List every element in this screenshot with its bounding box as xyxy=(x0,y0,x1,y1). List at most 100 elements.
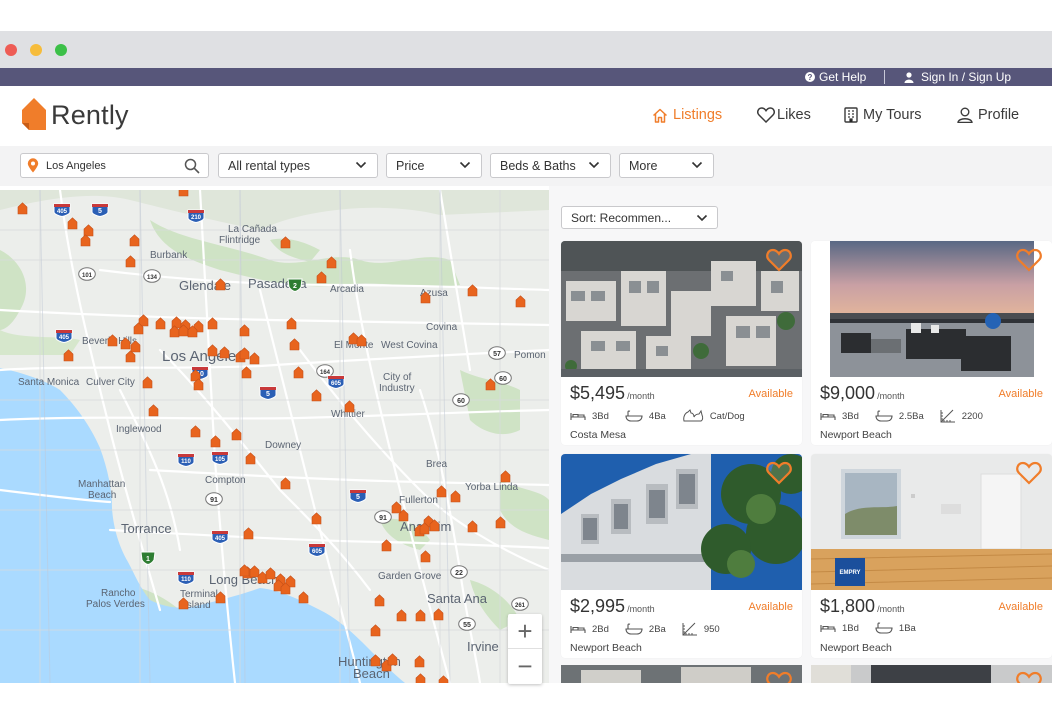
property-marker[interactable] xyxy=(207,344,218,357)
favorite-heart-icon[interactable] xyxy=(766,461,792,485)
property-marker[interactable] xyxy=(381,539,392,552)
property-marker[interactable] xyxy=(125,350,136,363)
property-marker[interactable] xyxy=(298,591,309,604)
favorite-heart-icon[interactable] xyxy=(1016,248,1042,272)
property-marker[interactable] xyxy=(215,278,226,291)
map-view[interactable]: La Cañada Flintridge Burbank Glendale Pa… xyxy=(0,190,549,683)
property-marker[interactable] xyxy=(245,452,256,465)
maximize-window-dot[interactable] xyxy=(55,44,67,56)
property-marker[interactable] xyxy=(420,550,431,563)
close-window-dot[interactable] xyxy=(5,44,17,56)
property-marker[interactable] xyxy=(370,654,381,667)
property-marker[interactable] xyxy=(107,334,118,347)
property-marker[interactable] xyxy=(289,338,300,351)
property-marker[interactable] xyxy=(326,256,337,269)
property-marker[interactable] xyxy=(429,519,440,532)
nav-listings[interactable]: Listings xyxy=(652,107,722,123)
property-marker[interactable] xyxy=(415,673,426,683)
favorite-heart-icon[interactable] xyxy=(1016,461,1042,485)
listing-card[interactable]: EMPRY $1,800/month Available 1Bd 1Ba New… xyxy=(811,454,1052,658)
property-marker[interactable] xyxy=(374,594,385,607)
property-marker[interactable] xyxy=(356,334,367,347)
property-marker[interactable] xyxy=(129,234,140,247)
property-marker[interactable] xyxy=(210,435,221,448)
property-marker[interactable] xyxy=(63,349,74,362)
sort-dropdown[interactable]: Sort: Recommen... xyxy=(561,206,718,229)
property-marker[interactable] xyxy=(433,608,444,621)
listing-card[interactable]: $9,000/month Available 3Bd 2.5Ba 2200 Ne… xyxy=(811,241,1052,445)
sign-in-link[interactable]: Sign In / Sign Up xyxy=(904,70,1011,84)
property-marker[interactable] xyxy=(243,527,254,540)
property-marker[interactable] xyxy=(500,470,511,483)
search-icon[interactable] xyxy=(184,158,200,174)
utility-bar: ? Get Help Sign In / Sign Up xyxy=(0,68,1052,86)
property-marker[interactable] xyxy=(142,376,153,389)
property-marker[interactable] xyxy=(396,609,407,622)
property-marker[interactable] xyxy=(311,389,322,402)
property-marker[interactable] xyxy=(450,490,461,503)
favorite-heart-icon[interactable] xyxy=(766,671,792,683)
property-marker[interactable] xyxy=(495,516,506,529)
property-marker[interactable] xyxy=(398,509,409,522)
nav-my-tours[interactable]: My Tours xyxy=(844,107,922,123)
property-marker[interactable] xyxy=(155,317,166,330)
property-marker[interactable] xyxy=(193,378,204,391)
property-marker[interactable] xyxy=(420,291,431,304)
favorite-heart-icon[interactable] xyxy=(1016,671,1042,683)
property-marker[interactable] xyxy=(125,255,136,268)
property-marker[interactable] xyxy=(370,624,381,637)
property-marker[interactable] xyxy=(311,512,322,525)
listing-card[interactable]: $5,495/month Available 3Bd 4Ba Cat/Dog C… xyxy=(561,241,802,445)
brand-logo[interactable]: Rently xyxy=(20,96,129,134)
property-marker[interactable] xyxy=(231,428,242,441)
property-marker[interactable] xyxy=(215,591,226,604)
property-marker[interactable] xyxy=(280,582,291,595)
property-marker[interactable] xyxy=(178,597,189,610)
property-marker[interactable] xyxy=(207,317,218,330)
listing-card[interactable]: $2,995/month Available 2Bd 2Ba 950 Newpo… xyxy=(561,454,802,658)
property-marker[interactable] xyxy=(249,352,260,365)
property-marker[interactable] xyxy=(344,400,355,413)
rental-type-dropdown[interactable]: All rental types xyxy=(218,153,378,178)
property-marker[interactable] xyxy=(187,325,198,338)
sort-label: Sort: Recommen... xyxy=(571,210,672,225)
beds-baths-dropdown[interactable]: Beds & Baths xyxy=(490,153,611,178)
location-search-field[interactable]: Los Angeles xyxy=(20,153,209,178)
property-marker[interactable] xyxy=(415,609,426,622)
property-marker[interactable] xyxy=(387,653,398,666)
property-marker[interactable] xyxy=(239,324,250,337)
property-marker[interactable] xyxy=(219,346,230,359)
minimize-window-dot[interactable] xyxy=(30,44,42,56)
property-marker[interactable] xyxy=(80,234,91,247)
property-marker[interactable] xyxy=(286,317,297,330)
property-marker[interactable] xyxy=(414,655,425,668)
nav-likes[interactable]: Likes xyxy=(757,107,811,123)
property-marker[interactable] xyxy=(17,202,28,215)
property-marker[interactable] xyxy=(438,675,449,683)
property-marker[interactable] xyxy=(190,425,201,438)
property-marker[interactable] xyxy=(485,378,496,391)
property-marker[interactable] xyxy=(148,404,159,417)
listing-card-partial[interactable] xyxy=(811,665,1052,683)
listing-card-partial[interactable] xyxy=(561,665,802,683)
property-marker[interactable] xyxy=(67,217,78,230)
property-marker[interactable] xyxy=(293,366,304,379)
get-help-link[interactable]: ? Get Help xyxy=(805,70,866,84)
property-marker[interactable] xyxy=(133,322,144,335)
property-marker[interactable] xyxy=(280,477,291,490)
bed-icon xyxy=(570,413,586,420)
property-marker[interactable] xyxy=(515,295,526,308)
property-marker[interactable] xyxy=(467,284,478,297)
favorite-heart-icon[interactable] xyxy=(766,248,792,272)
property-marker[interactable] xyxy=(178,190,189,197)
property-marker[interactable] xyxy=(316,271,327,284)
zoom-out-button[interactable]: − xyxy=(508,649,542,684)
property-marker[interactable] xyxy=(436,485,447,498)
property-marker[interactable] xyxy=(467,520,478,533)
price-dropdown[interactable]: Price xyxy=(386,153,482,178)
nav-profile[interactable]: Profile xyxy=(957,107,1019,123)
zoom-in-button[interactable]: + xyxy=(508,614,542,649)
property-marker[interactable] xyxy=(241,366,252,379)
property-marker[interactable] xyxy=(280,236,291,249)
more-filters-dropdown[interactable]: More xyxy=(619,153,714,178)
